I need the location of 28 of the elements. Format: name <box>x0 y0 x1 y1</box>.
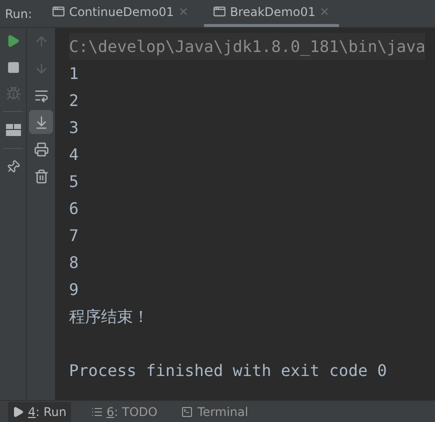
run-tab[interactable]: ContinueDemo01 <box>43 0 198 27</box>
soft-wrap-icon[interactable] <box>34 88 48 102</box>
output-line: 5 <box>69 171 79 193</box>
output-line: 2 <box>69 90 79 112</box>
stop-icon[interactable] <box>6 60 20 74</box>
printer-icon[interactable] <box>34 142 48 156</box>
output-line: 9 <box>69 279 79 301</box>
output-line: 6 <box>69 198 79 220</box>
scroll-to-end-icon[interactable] <box>34 114 48 130</box>
play-icon <box>12 406 24 418</box>
output-line: 8 <box>69 252 79 274</box>
output-line: 3 <box>69 117 79 139</box>
output-line: Process finished with exit code 0 <box>69 360 387 382</box>
tool-window-tab[interactable]: 4: Run <box>8 402 71 422</box>
output-line: 7 <box>69 225 79 247</box>
terminal-icon <box>181 406 194 418</box>
window-icon <box>212 5 226 18</box>
output-line: 4 <box>69 144 79 166</box>
output-line: 1 <box>69 63 79 85</box>
layout-icon[interactable] <box>6 124 20 136</box>
toggle-button[interactable] <box>29 110 53 134</box>
window-icon <box>52 5 66 18</box>
trash-icon[interactable] <box>34 168 48 184</box>
output-line: 程序结束！ <box>69 306 149 328</box>
play-icon[interactable] <box>6 34 20 48</box>
tool-window-tab[interactable]: 6: TODO <box>86 402 162 422</box>
tool-window-tab[interactable]: Terminal <box>177 402 252 422</box>
run-label: Run: <box>4 6 34 22</box>
